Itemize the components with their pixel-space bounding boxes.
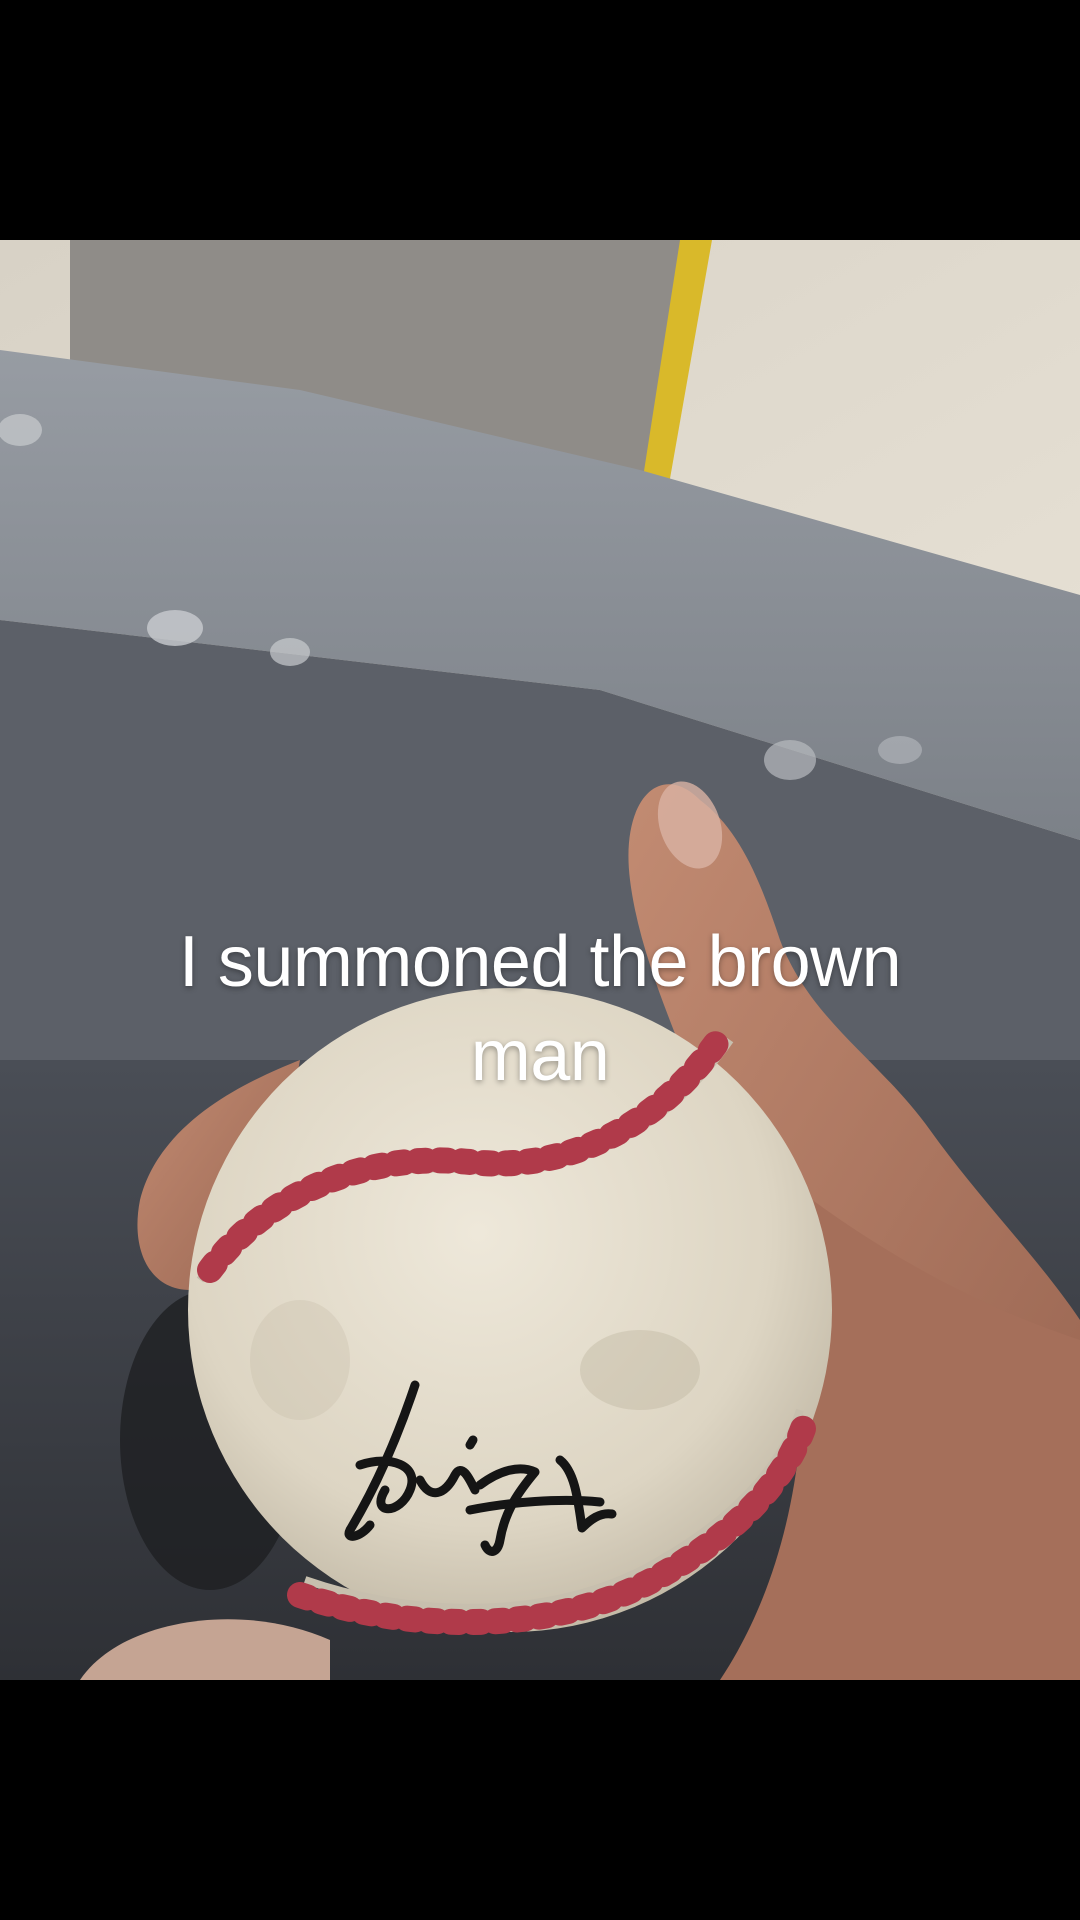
- caption-text: I summoned the brown man: [178, 922, 902, 1096]
- video-frame: I summoned the brown man: [0, 0, 1080, 1920]
